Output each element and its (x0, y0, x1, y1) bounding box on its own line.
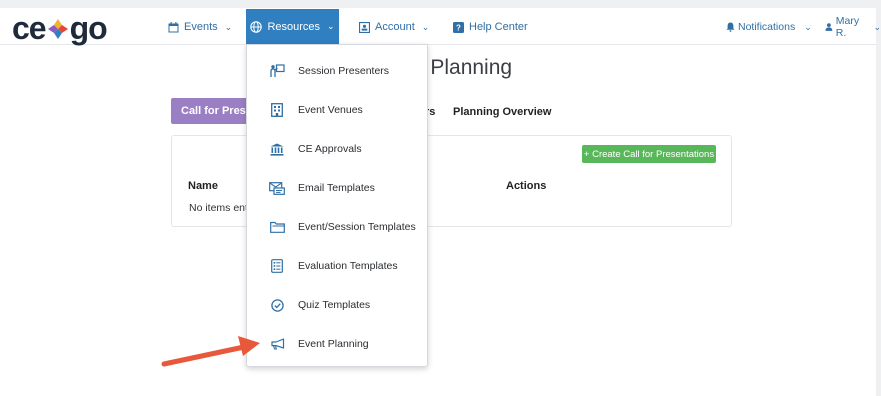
menu-item-ce-approvals[interactable]: CE Approvals (247, 130, 427, 168)
menu-item-session-presenters[interactable]: Session Presenters (247, 52, 427, 90)
chevron-down-icon: ⌄ (327, 21, 335, 31)
nav-user-label: Mary R. (835, 15, 860, 39)
chevron-down-icon: ⌄ (224, 21, 233, 32)
cego-logo[interactable]: ce go (12, 9, 108, 46)
menu-item-email-templates[interactable]: Email Templates (247, 169, 427, 207)
help-icon: ? (453, 21, 464, 33)
nav-resources-label: Resources (267, 20, 321, 33)
menu-item-quiz-templates[interactable]: Quiz Templates (247, 286, 427, 324)
email-template-icon (269, 180, 285, 196)
nav-account[interactable]: Account ⌄ (359, 17, 429, 37)
tab-planning-overview[interactable]: Planning Overview (453, 106, 551, 118)
menu-item-label: Quiz Templates (298, 299, 371, 311)
red-arrow-annotation-icon (161, 336, 260, 367)
presenter-icon (269, 63, 285, 79)
chevron-down-icon: ⌄ (421, 21, 430, 32)
menu-item-event-session-templates[interactable]: Event/Session Templates (247, 208, 427, 246)
menu-item-label: CE Approvals (298, 143, 362, 155)
nav-help-label: Help Center (469, 21, 528, 33)
menu-item-label: Email Templates (298, 182, 375, 194)
evaluation-icon (269, 258, 285, 274)
menu-item-event-venues[interactable]: Event Venues (247, 91, 427, 129)
svg-text:?: ? (456, 23, 461, 32)
empty-state-text: No items ente (189, 202, 254, 214)
menu-item-event-planning[interactable]: Event Planning (247, 325, 427, 363)
megaphone-icon (269, 336, 285, 352)
nav-user-menu[interactable]: Mary R. ⌄ (825, 15, 881, 39)
logo-text-left: ce (12, 9, 47, 46)
nav-account-label: Account (375, 21, 415, 33)
menu-item-label: Event Venues (298, 104, 363, 116)
column-header-name: Name (188, 180, 218, 192)
nav-notifications[interactable]: Notifications ⌄ (726, 17, 812, 37)
logo-text-right: go (69, 9, 108, 46)
building-icon (269, 102, 285, 118)
institution-icon (269, 141, 285, 157)
bell-icon (726, 22, 735, 32)
nav-resources[interactable]: Resources ⌄ (246, 9, 339, 44)
account-card-icon (359, 21, 370, 33)
resources-dropdown-menu: Session Presenters Event Venues CE Appro… (246, 44, 428, 367)
globe-icon (250, 20, 263, 33)
check-circle-icon (269, 297, 285, 313)
user-icon (825, 23, 833, 31)
calendar-icon (168, 21, 179, 32)
menu-item-label: Event/Session Templates (298, 221, 416, 233)
menu-item-label: Evaluation Templates (298, 260, 398, 272)
create-call-for-presentations-button[interactable]: + Create Call for Presentations (582, 145, 716, 163)
chevron-down-icon: ⌄ (804, 21, 812, 32)
chevron-down-icon: ⌄ (873, 21, 881, 32)
nav-events[interactable]: Events ⌄ (168, 17, 232, 37)
folder-icon (269, 219, 285, 235)
menu-item-evaluation-templates[interactable]: Evaluation Templates (247, 247, 427, 285)
column-header-actions: Actions (506, 180, 547, 192)
logo-mark-icon (47, 19, 68, 39)
nav-help-center[interactable]: ? Help Center (453, 17, 528, 37)
nav-events-label: Events (184, 21, 218, 33)
nav-notifications-label: Notifications (738, 21, 796, 33)
menu-item-label: Event Planning (298, 338, 369, 350)
menu-item-label: Session Presenters (298, 65, 390, 77)
